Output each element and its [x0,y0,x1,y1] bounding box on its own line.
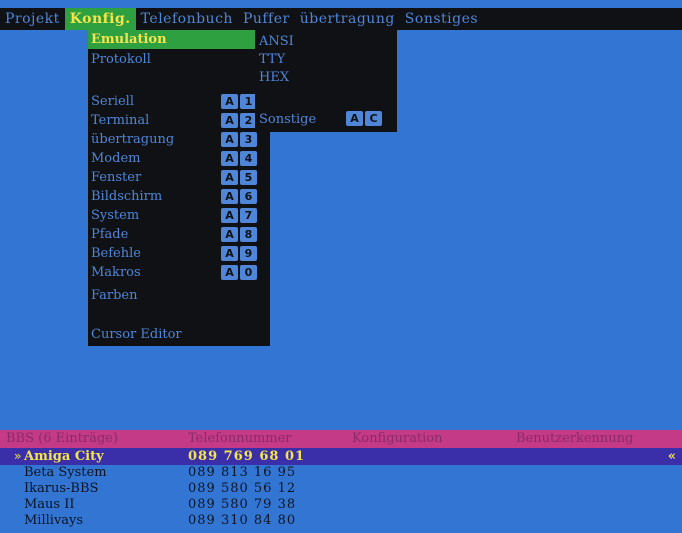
terminal-screen: Projekt Konfig. Telefonbuch Puffer übert… [0,0,682,533]
menu-item-uebertragung[interactable]: übertragung A 3 [88,130,270,149]
bbs-name: Ikarus-BBS [24,481,99,496]
shortcut-digit: 9 [240,246,257,261]
amiga-key-icon: A [221,208,238,223]
phone-number: 089 813 16 95 [188,465,297,480]
shortcut-digit: 7 [240,208,257,223]
submenu-item-hex[interactable]: HEX [259,69,289,86]
menu-item-label: Modem [91,151,141,166]
menu-item-protokoll[interactable]: Protokoll [88,50,270,69]
phonebook-row[interactable]: Maus II 089 580 79 38 [0,497,682,512]
menu-item-modem[interactable]: Modem A 4 [88,149,270,168]
menu-item-makros[interactable]: Makros A 0 [88,263,270,282]
menu-item-fenster[interactable]: Fenster A 5 [88,168,270,187]
column-header-telefonnummer[interactable]: Telefonnummer [188,430,292,448]
menu-item-befehle[interactable]: Befehle A 9 [88,244,270,263]
menu-sonstiges[interactable]: Sonstiges [400,8,483,30]
menu-bar: Projekt Konfig. Telefonbuch Puffer übert… [0,8,682,30]
phonebook-header: BBS (6 Einträge) Telefonnummer Konfigura… [0,430,682,448]
menu-item-label: Befehle [91,246,141,261]
shortcut-digit: 0 [240,265,257,280]
shortcut-digit: 6 [240,189,257,204]
amiga-key-icon: A [346,111,363,126]
menu-item-seriell[interactable]: Seriell A 1 [88,92,270,111]
menu-projekt[interactable]: Projekt [0,8,65,30]
column-header-bbs[interactable]: BBS (6 Einträge) [6,430,118,448]
menu-puffer[interactable]: Puffer [238,8,295,30]
shortcut-key: A 7 [221,208,257,223]
shortcut-key: A 8 [221,227,257,242]
menu-item-label: Makros [91,265,141,280]
amiga-key-icon: A [221,113,238,128]
menu-item-bildschirm[interactable]: Bildschirm A 6 [88,187,270,206]
menu-item-label: Fenster [91,170,142,185]
shortcut-key: A 4 [221,151,257,166]
amiga-key-icon: A [221,94,238,109]
menu-item-label: System [91,208,140,223]
amiga-key-icon: A [221,170,238,185]
menu-item-emulation[interactable]: Emulation [88,30,256,49]
amiga-key-icon: A [221,151,238,166]
menu-item-label: Pfade [91,227,129,242]
shortcut-digit: 5 [240,170,257,185]
shortcut-key: A 3 [221,132,257,147]
shortcut-key: A 1 [221,94,257,109]
shortcut-letter: C [365,111,382,126]
shortcut-key: A 6 [221,189,257,204]
column-header-konfiguration[interactable]: Konfiguration [352,430,442,448]
submenu-item-tty[interactable]: TTY [259,51,285,68]
column-header-benutzerkennung[interactable]: Benutzerkennung [516,430,633,448]
menu-item-label: Seriell [91,94,134,109]
bbs-name: Millivays [24,513,84,528]
konfig-dropdown-menu: Emulation Protokoll Seriell A 1 Terminal… [88,30,270,346]
phone-number: 089 769 68 01 [188,449,306,464]
amiga-key-icon: A [221,227,238,242]
phonebook-row[interactable]: Millivays 089 310 84 80 [0,513,682,528]
shortcut-digit: 8 [240,227,257,242]
phonebook-row[interactable]: Amiga City 089 769 68 01 [0,449,682,464]
submenu-item-sonstige[interactable]: Sonstige [259,111,316,128]
menu-telefonbuch[interactable]: Telefonbuch [136,8,238,30]
phone-number: 089 580 79 38 [188,497,297,512]
bbs-name: Amiga City [24,449,104,464]
phone-number: 089 580 56 12 [188,481,297,496]
menu-item-label: Terminal [91,113,150,128]
shortcut-key: A C [346,111,382,126]
menu-item-cursor-editor[interactable]: Cursor Editor [88,325,270,344]
bbs-name: Maus II [24,497,75,512]
shortcut-key: A 9 [221,246,257,261]
shortcut-key: A 5 [221,170,257,185]
phonebook-row[interactable]: Beta System 089 813 16 95 [0,465,682,480]
menu-item-label: Bildschirm [91,189,163,204]
amiga-key-icon: A [221,189,238,204]
menu-item-label: übertragung [91,132,175,147]
amiga-key-icon: A [221,246,238,261]
submenu-item-ansi[interactable]: ANSI [259,33,294,50]
menu-item-terminal[interactable]: Terminal A 2 [88,111,270,130]
bbs-name: Beta System [24,465,107,480]
amiga-key-icon: A [221,132,238,147]
shortcut-key: A 2 [221,113,257,128]
menu-item-farben[interactable]: Farben [88,286,270,305]
shortcut-key: A 0 [221,265,257,280]
shortcut-digit: 4 [240,151,257,166]
menu-item-system[interactable]: System A 7 [88,206,270,225]
amiga-key-icon: A [221,265,238,280]
menu-uebertragung[interactable]: übertragung [295,8,400,30]
menu-item-pfade[interactable]: Pfade A 8 [88,225,270,244]
menu-konfig[interactable]: Konfig. [64,8,136,30]
shortcut-digit: 3 [240,132,257,147]
phone-number: 089 310 84 80 [188,513,297,528]
submenu-item-label: Sonstige [259,112,317,127]
emulation-submenu: ANSI TTY HEX Sonstige A C [255,30,397,132]
phonebook-row[interactable]: Ikarus-BBS 089 580 56 12 [0,481,682,496]
